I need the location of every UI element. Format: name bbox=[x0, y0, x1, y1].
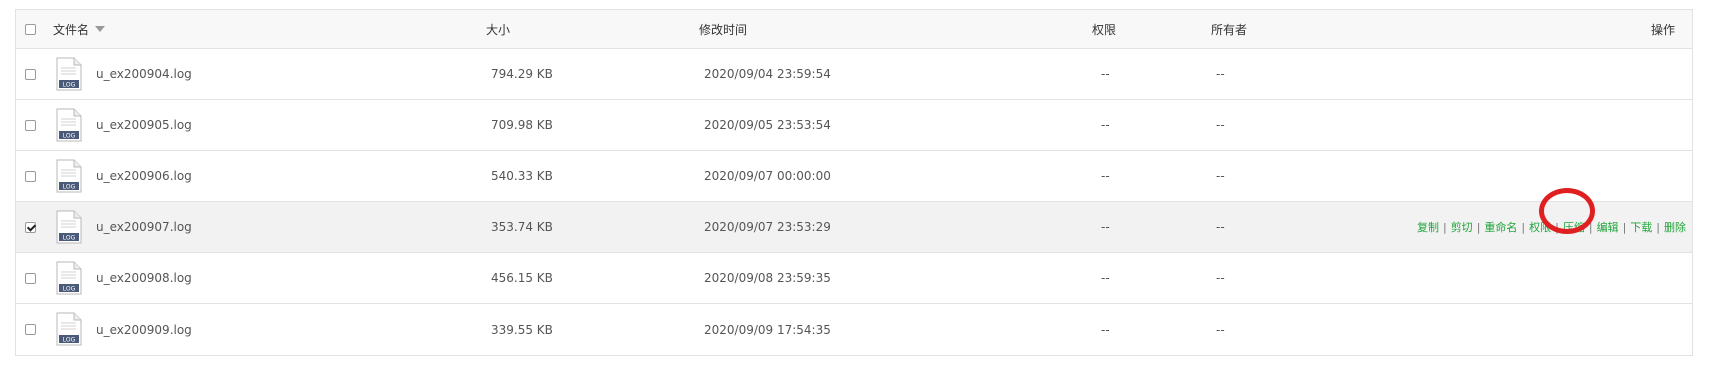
column-header-mtime[interactable]: 修改时间 bbox=[699, 21, 747, 38]
row-checkbox[interactable] bbox=[25, 170, 36, 182]
file-list: LOG u_ex200904.log 794.29 KB 2020/09/04 … bbox=[16, 49, 1692, 355]
svg-text:LOG: LOG bbox=[63, 337, 76, 344]
column-header-name[interactable]: 文件名 bbox=[53, 21, 106, 38]
action-separator: | bbox=[1588, 220, 1593, 234]
file-permission: -- bbox=[1101, 67, 1110, 81]
file-size: 456.15 KB bbox=[491, 271, 553, 285]
action-separator: | bbox=[1521, 220, 1526, 234]
row-actions: 复制 | 剪切 | 重命名 | 权限 | 压缩 | 编辑 | 下载 | 删除 bbox=[1417, 219, 1686, 235]
log-file-icon: LOG bbox=[56, 261, 82, 295]
file-permission: -- bbox=[1101, 322, 1110, 337]
log-file-icon: LOG bbox=[56, 57, 82, 91]
table-header: 文件名 大小 修改时间 权限 所有者 操作 bbox=[16, 10, 1692, 49]
action-separator: | bbox=[1442, 220, 1447, 234]
action-separator: | bbox=[1656, 220, 1660, 234]
file-owner: -- bbox=[1216, 67, 1225, 81]
action-cut-link[interactable]: 剪切 bbox=[1451, 219, 1473, 235]
file-permission: -- bbox=[1101, 271, 1110, 285]
column-header-owner: 所有者 bbox=[1211, 22, 1248, 37]
file-name[interactable]: u_ex200904.log bbox=[96, 67, 192, 81]
file-owner: -- bbox=[1216, 118, 1225, 132]
row-checkbox[interactable] bbox=[25, 68, 36, 80]
action-edit-link[interactable]: 编辑 bbox=[1597, 219, 1619, 235]
file-mtime: 2020/09/04 23:59:54 bbox=[704, 67, 831, 81]
file-permission: -- bbox=[1101, 220, 1110, 234]
file-mtime: 2020/09/07 23:53:29 bbox=[704, 220, 831, 234]
sort-down-icon[interactable] bbox=[95, 26, 106, 32]
action-copy-link[interactable]: 复制 bbox=[1417, 219, 1439, 235]
svg-text:LOG: LOG bbox=[63, 133, 76, 140]
row-checkbox[interactable] bbox=[25, 272, 36, 284]
svg-text:LOG: LOG bbox=[63, 286, 76, 293]
action-delete-link[interactable]: 删除 bbox=[1664, 219, 1686, 235]
file-name[interactable]: u_ex200905.log bbox=[96, 118, 192, 132]
row-checkbox[interactable] bbox=[25, 119, 36, 131]
log-file-icon: LOG bbox=[56, 159, 82, 193]
log-file-icon: LOG bbox=[56, 312, 82, 346]
svg-text:LOG: LOG bbox=[63, 82, 76, 89]
file-permission: -- bbox=[1101, 169, 1110, 183]
file-name[interactable]: u_ex200907.log bbox=[96, 220, 192, 234]
file-size: 339.55 KB bbox=[491, 322, 553, 337]
column-header-actions: 操作 bbox=[1650, 22, 1675, 37]
column-header-name-label: 文件名 bbox=[53, 22, 90, 37]
file-owner: -- bbox=[1216, 322, 1225, 337]
file-size: 794.29 KB bbox=[491, 67, 553, 81]
action-compress-link[interactable]: 压缩 bbox=[1563, 219, 1585, 235]
file-name[interactable]: u_ex200908.log bbox=[96, 271, 192, 285]
file-mtime: 2020/09/07 00:00:00 bbox=[704, 169, 831, 183]
log-file-icon: LOG bbox=[56, 108, 82, 142]
file-size: 709.98 KB bbox=[491, 118, 553, 132]
file-size: 540.33 KB bbox=[491, 169, 553, 183]
file-owner: -- bbox=[1216, 271, 1225, 285]
file-row[interactable]: LOG u_ex200907.log 353.74 KB 2020/09/07 … bbox=[16, 202, 1692, 253]
file-owner: -- bbox=[1216, 169, 1225, 183]
file-row[interactable]: LOG u_ex200908.log 456.15 KB 2020/09/08 … bbox=[16, 253, 1692, 304]
row-checkbox[interactable] bbox=[25, 324, 36, 335]
action-separator: | bbox=[1476, 220, 1481, 234]
action-separator: | bbox=[1555, 220, 1559, 234]
file-row[interactable]: LOG u_ex200904.log 794.29 KB 2020/09/04 … bbox=[16, 49, 1692, 100]
svg-text:LOG: LOG bbox=[63, 235, 76, 242]
select-all-checkbox[interactable] bbox=[25, 23, 36, 35]
file-permission: -- bbox=[1101, 118, 1110, 132]
column-header-permission: 权限 bbox=[1092, 22, 1117, 37]
action-download-link[interactable]: 下载 bbox=[1630, 219, 1652, 235]
file-row[interactable]: LOG u_ex200909.log 339.55 KB 2020/09/09 … bbox=[16, 304, 1692, 355]
file-table: 文件名 大小 修改时间 权限 所有者 操作 LOG u_ex200904.log… bbox=[15, 9, 1693, 356]
file-row[interactable]: LOG u_ex200905.log 709.98 KB 2020/09/05 … bbox=[16, 100, 1692, 151]
svg-text:LOG: LOG bbox=[63, 184, 76, 191]
file-row[interactable]: LOG u_ex200906.log 540.33 KB 2020/09/07 … bbox=[16, 151, 1692, 202]
file-name[interactable]: u_ex200909.log bbox=[96, 323, 192, 337]
file-mtime: 2020/09/05 23:53:54 bbox=[704, 118, 831, 132]
file-size: 353.74 KB bbox=[491, 220, 553, 234]
action-permission-link[interactable]: 权限 bbox=[1529, 219, 1551, 235]
file-owner: -- bbox=[1216, 220, 1225, 234]
file-name[interactable]: u_ex200906.log bbox=[96, 169, 192, 183]
log-file-icon: LOG bbox=[56, 210, 82, 244]
file-mtime: 2020/09/09 17:54:35 bbox=[704, 322, 831, 337]
file-mtime: 2020/09/08 23:59:35 bbox=[704, 271, 831, 285]
action-separator: | bbox=[1622, 220, 1627, 234]
row-checkbox[interactable] bbox=[25, 221, 36, 233]
action-rename-link[interactable]: 重命名 bbox=[1484, 219, 1517, 235]
column-header-size[interactable]: 大小 bbox=[486, 21, 510, 38]
